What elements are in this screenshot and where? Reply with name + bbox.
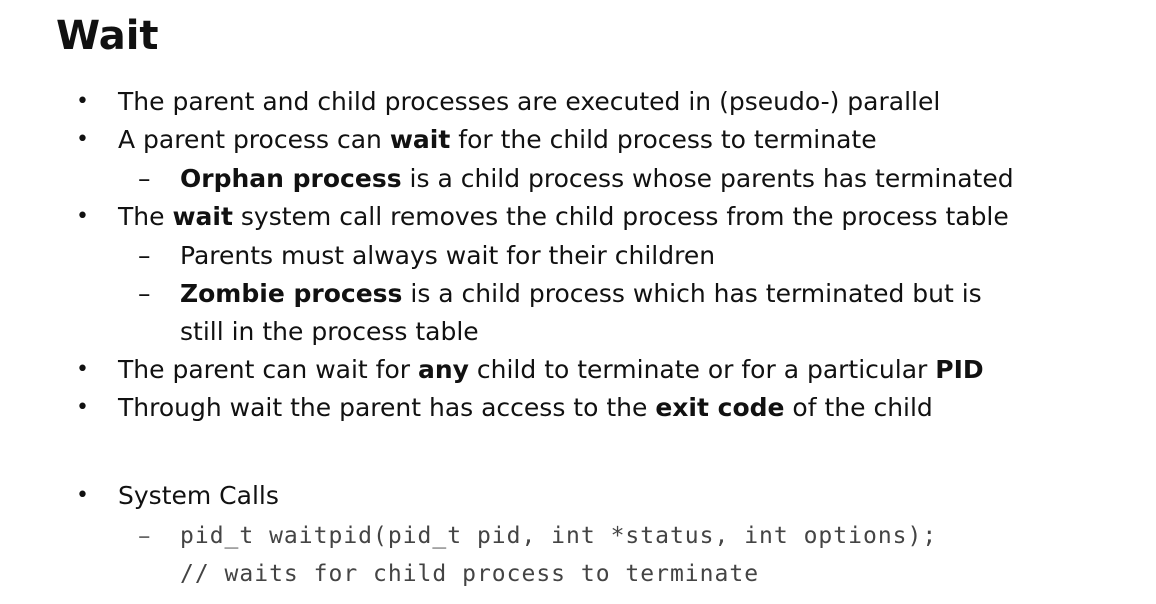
- sub-bullet-text: Parents must always wait for their child…: [180, 241, 716, 270]
- bullet-marker: •: [76, 483, 89, 508]
- bullet-text: System Calls: [118, 481, 279, 510]
- dash-marker: –: [138, 164, 151, 193]
- sub-bullet-text: Zombie process is a child process which …: [180, 279, 982, 308]
- code-signature: pid_t waitpid(pid_t pid, int *status, in…: [180, 523, 938, 549]
- bullet-text: The wait system call removes the child p…: [118, 202, 1009, 231]
- bullet-text: Through wait the parent has access to th…: [118, 393, 933, 422]
- bullet-marker: •: [76, 204, 89, 229]
- slide-title: Wait: [56, 13, 159, 59]
- dash-marker: –: [138, 521, 151, 550]
- sub-bullet-text: still in the process table: [180, 317, 479, 346]
- bullet-marker: •: [76, 89, 89, 114]
- bullet-text: The parent can wait for any child to ter…: [118, 355, 984, 384]
- slide: Wait • The parent and child processes ar…: [0, 0, 1156, 604]
- bullet-marker: •: [76, 395, 89, 420]
- dash-marker: –: [138, 241, 151, 270]
- bullet-text: The parent and child processes are execu…: [118, 87, 941, 116]
- sub-bullet-text: Orphan process is a child process whose …: [180, 164, 1014, 193]
- code-comment: // waits for child process to terminate: [180, 561, 760, 587]
- bullet-text: A parent process can wait for the child …: [118, 125, 877, 154]
- bullet-marker: •: [76, 357, 89, 382]
- bullet-marker: •: [76, 127, 89, 152]
- dash-marker: –: [138, 279, 151, 308]
